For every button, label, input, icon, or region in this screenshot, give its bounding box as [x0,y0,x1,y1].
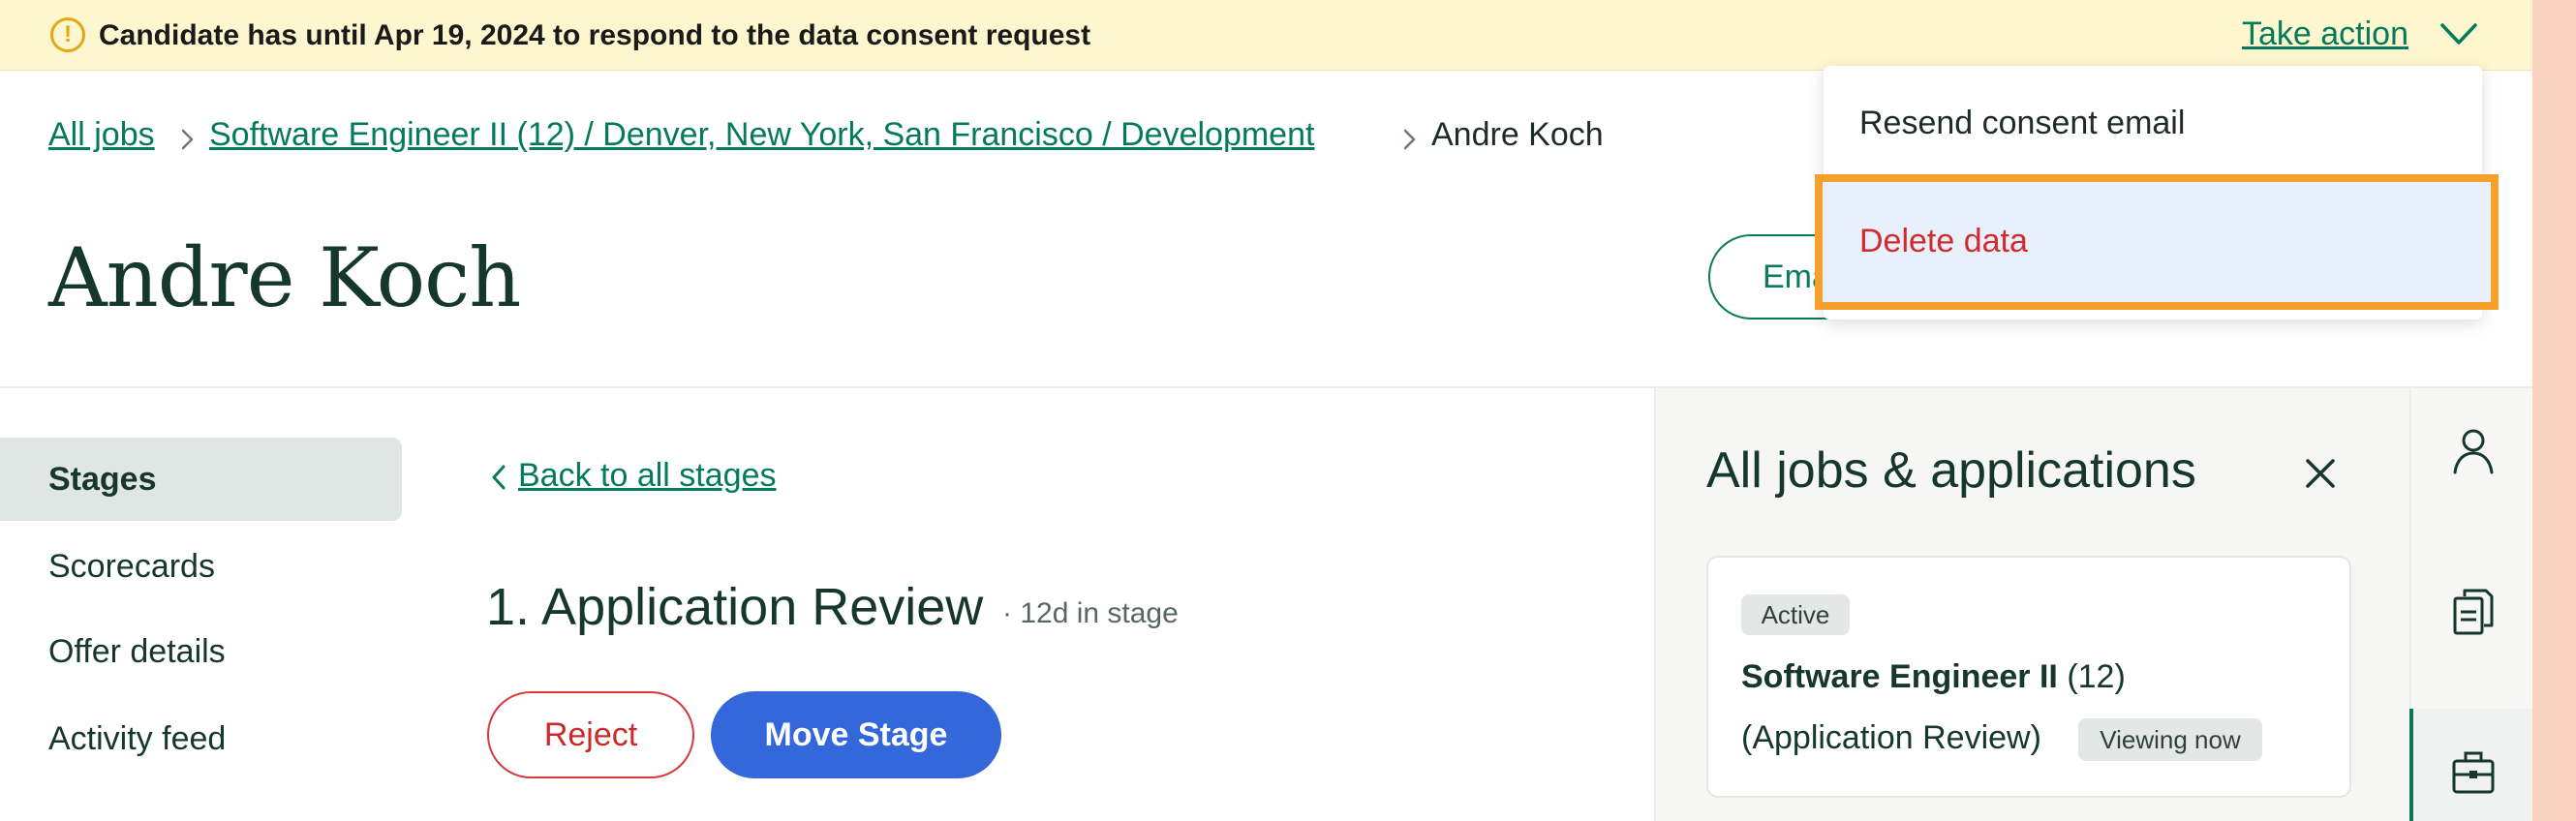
breadcrumb-current: Andre Koch [1431,116,1604,153]
delete-data-item[interactable]: Delete data [1859,223,2028,260]
chevron-right-icon [181,129,194,150]
person-icon[interactable] [2451,426,2496,476]
panel-title: All jobs & applications [1706,442,2196,499]
chevron-left-icon [492,465,506,490]
status-badge: Active [1741,594,1850,635]
take-action-link[interactable]: Take action [2242,15,2408,53]
resend-consent-email-item[interactable]: Resend consent email [1859,105,2185,142]
alert-icon: ! [50,17,85,52]
time-in-stage: · 12d in stage [1002,597,1179,629]
close-icon[interactable] [2298,451,2343,496]
back-to-stages-label: Back to all stages [518,457,777,494]
chevron-down-icon[interactable] [2438,17,2479,50]
consent-banner-message: Candidate has until Apr 19, 2024 to resp… [99,19,1091,51]
documents-icon[interactable] [2451,587,2496,637]
job-title: Software Engineer II [1741,658,2058,695]
chevron-right-icon [1403,129,1416,150]
application-job-title: Software Engineer II (12) [1741,658,2126,696]
reject-button[interactable]: Reject [487,691,694,778]
nav-item-stages[interactable]: Stages [0,438,402,521]
viewing-now-badge: Viewing now [2078,718,2262,761]
move-stage-button[interactable]: Move Stage [711,691,1001,778]
candidate-profile-app: ! Candidate has until Apr 19, 2024 to re… [0,0,2532,821]
briefcase-icon[interactable] [2451,747,2496,798]
job-count: (12) [2067,658,2126,695]
candidate-name: Andre Koch [48,230,521,325]
nav-item-activity-feed[interactable]: Activity feed [0,697,402,780]
back-to-stages-link[interactable]: Back to all stages [489,457,776,495]
application-stage: (Application Review) [1741,719,2041,756]
stage-title: 1. Application Review [486,578,984,636]
breadcrumb-all-jobs[interactable]: All jobs [48,116,155,154]
breadcrumb-job[interactable]: Software Engineer II (12) / Denver, New … [209,116,1314,154]
nav-item-scorecards[interactable]: Scorecards [0,525,402,608]
nav-item-offer-details[interactable]: Offer details [0,610,402,693]
